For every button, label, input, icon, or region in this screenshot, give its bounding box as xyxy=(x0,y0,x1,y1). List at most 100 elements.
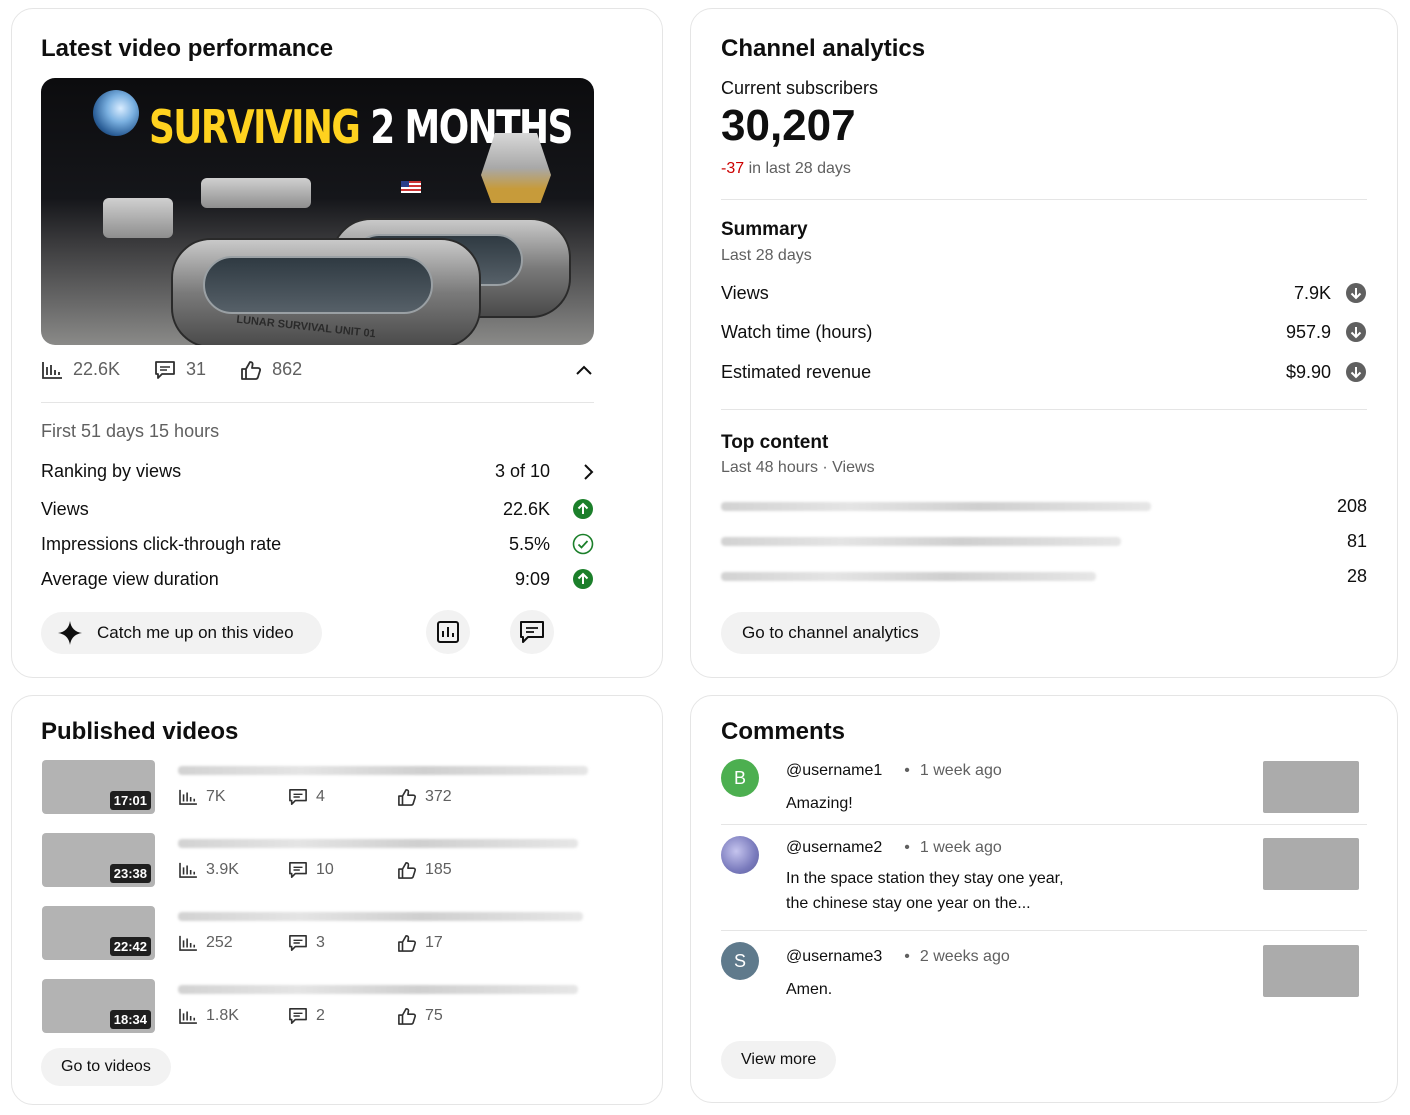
avatar[interactable] xyxy=(721,836,759,874)
earth-graphic xyxy=(93,90,139,136)
metric-views: Views 22.6K xyxy=(41,498,594,520)
go-to-channel-analytics-button[interactable]: Go to channel analytics xyxy=(721,612,940,654)
comment-text: Amazing! xyxy=(786,795,853,812)
published-videos-title: Published videos xyxy=(41,718,239,745)
published-videos-card: Published videos 17:01 7K 4 372 23:38 3.… xyxy=(11,695,663,1105)
summary-watch-time: Watch time (hours) 957.9 xyxy=(721,321,1367,343)
avatar[interactable]: S xyxy=(721,942,759,980)
catch-me-up-button[interactable]: Catch me up on this video xyxy=(41,612,322,654)
divider xyxy=(41,402,594,403)
comment-author: @username1 • 1 week ago xyxy=(786,762,1002,780)
bar-chart-icon xyxy=(179,789,197,805)
comment-username[interactable]: @username3 xyxy=(786,948,882,966)
metric-avg-duration: Average view duration 9:09 xyxy=(41,568,594,590)
comment-icon xyxy=(289,934,307,952)
video-row[interactable]: 18:34 1.8K 2 75 xyxy=(42,979,622,1035)
likes-count: 862 xyxy=(272,359,303,379)
blurred-video-title xyxy=(721,537,1121,546)
comment-icon xyxy=(155,360,175,379)
comment-video-thumbnail[interactable] xyxy=(1263,838,1359,890)
latest-video-card: Latest video performance SURVIVING 2 MON… xyxy=(11,8,663,678)
comment-text: In the space station they stay one year,… xyxy=(786,870,1064,912)
latest-video-title: Latest video performance xyxy=(41,35,334,62)
comment-author: @username2 • 1 week ago xyxy=(786,839,1002,857)
comment-username[interactable]: @username2 xyxy=(786,839,882,857)
video-thumbnail[interactable]: 18:34 xyxy=(42,979,155,1033)
divider xyxy=(721,930,1367,931)
latest-video-thumbnail[interactable]: SURVIVING 2 MONTHS LUNAR SURVIVAL UNIT 0… xyxy=(41,78,594,345)
thumbs-up-icon xyxy=(398,1007,417,1025)
video-thumbnail[interactable]: 23:38 xyxy=(42,833,155,887)
bar-chart-icon xyxy=(42,361,62,379)
latest-video-stats: 22.6K 31 862 xyxy=(41,359,336,380)
video-duration: 23:38 xyxy=(109,864,151,883)
comment-text: Amen. xyxy=(786,981,833,998)
top-content-item[interactable]: 208 xyxy=(721,496,1367,517)
comment-username[interactable]: @username1 xyxy=(786,762,882,780)
comments-card: Comments B @username1 • 1 week ago Amazi… xyxy=(690,695,1398,1103)
bar-chart-icon xyxy=(179,935,197,951)
comment-icon xyxy=(289,1007,307,1025)
divider xyxy=(721,199,1367,200)
subscribers-label: Current subscribers xyxy=(721,78,879,98)
channel-analytics-card: Channel analytics Current subscribers 30… xyxy=(690,8,1398,678)
channel-analytics-title: Channel analytics xyxy=(721,35,926,62)
divider xyxy=(721,409,1367,410)
arrow-up-circle-icon xyxy=(573,569,593,589)
check-circle-icon xyxy=(572,533,594,555)
comment-icon xyxy=(289,788,307,806)
sparkle-icon xyxy=(58,621,82,645)
thumbs-up-icon xyxy=(398,934,417,952)
comment-time: 1 week ago xyxy=(919,762,1002,779)
top-content-item[interactable]: 28 xyxy=(721,566,1367,587)
video-thumbnail[interactable]: 17:01 xyxy=(42,760,155,814)
top-content-item[interactable]: 81 xyxy=(721,531,1367,552)
metric-ctr: Impressions click-through rate 5.5% xyxy=(41,533,594,555)
likes-stat: 862 xyxy=(240,359,302,380)
avatar[interactable]: B xyxy=(721,759,759,797)
comment-icon xyxy=(289,861,307,879)
comments-title: Comments xyxy=(721,718,846,745)
comment-time: 1 week ago xyxy=(919,839,1002,856)
summary-revenue: Estimated revenue $9.90 xyxy=(721,361,1367,383)
bar-chart-icon xyxy=(179,1008,197,1024)
comment-icon xyxy=(520,621,544,643)
summary-title: Summary xyxy=(721,219,808,240)
video-row[interactable]: 17:01 7K 4 372 xyxy=(42,760,622,816)
thumbs-up-icon xyxy=(241,360,262,380)
metric-ranking[interactable]: Ranking by views 3 of 10 xyxy=(41,461,594,482)
comment-video-thumbnail[interactable] xyxy=(1263,761,1359,813)
comments-count: 31 xyxy=(186,359,207,379)
thumbs-up-icon xyxy=(398,861,417,879)
subscribers-change: -37 in last 28 days xyxy=(721,160,851,178)
analytics-icon xyxy=(437,621,459,643)
comments-stat: 31 xyxy=(154,359,206,380)
habitat-graphic xyxy=(201,178,311,208)
subscribers-count: 30,207 xyxy=(721,101,856,150)
rover-graphic xyxy=(103,198,173,238)
view-more-button[interactable]: View more xyxy=(721,1041,837,1079)
views-count: 22.6K xyxy=(73,359,121,379)
summary-period: Last 28 days xyxy=(721,247,812,264)
video-duration: 18:34 xyxy=(109,1010,151,1029)
chevron-up-icon[interactable] xyxy=(574,363,594,377)
video-thumbnail[interactable]: 22:42 xyxy=(42,906,155,960)
subscribers-delta-suffix: in last 28 days xyxy=(748,160,851,177)
lunar-lander-graphic xyxy=(481,133,551,203)
video-row[interactable]: 23:38 3.9K 10 185 xyxy=(42,833,622,889)
comment-time: 2 weeks ago xyxy=(919,948,1010,965)
thumbs-up-icon xyxy=(398,788,417,806)
subscribers-delta: -37 xyxy=(721,160,745,177)
period-label: First 51 days 15 hours xyxy=(41,421,220,441)
blurred-video-title xyxy=(178,839,578,848)
comments-button[interactable] xyxy=(510,610,554,654)
arrow-down-circle-icon xyxy=(1346,283,1366,303)
chevron-right-icon[interactable] xyxy=(582,463,594,481)
divider xyxy=(721,824,1367,825)
flag-graphic xyxy=(401,181,421,193)
go-to-videos-button[interactable]: Go to videos xyxy=(41,1048,171,1086)
comment-video-thumbnail[interactable] xyxy=(1263,945,1359,997)
arrow-down-circle-icon xyxy=(1346,322,1366,342)
analytics-button[interactable] xyxy=(426,610,470,654)
video-row[interactable]: 22:42 252 3 17 xyxy=(42,906,622,962)
